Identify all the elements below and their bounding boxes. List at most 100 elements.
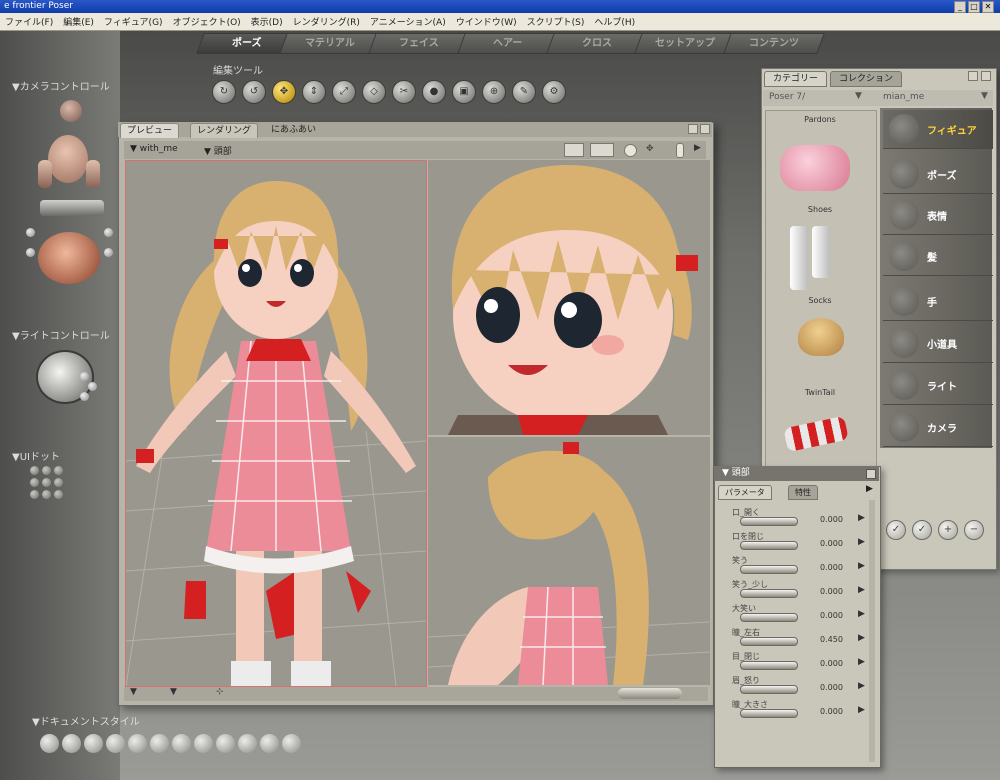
shadow-toggle-icon[interactable]: ▼ xyxy=(170,687,177,697)
light-dot-icon[interactable] xyxy=(88,382,97,391)
room-tab-cloth[interactable]: クロス xyxy=(546,33,648,54)
camera-dot-icon[interactable] xyxy=(26,228,35,237)
translate-z-tool-icon[interactable]: ⇕ xyxy=(302,80,326,104)
twist-tool-icon[interactable]: ↺ xyxy=(242,80,266,104)
taper-tool-icon[interactable]: ◇ xyxy=(362,80,386,104)
parameter-row[interactable]: 瞳_左右 0.450 ▶ xyxy=(720,627,868,651)
parameters-close-icon[interactable] xyxy=(866,469,876,479)
parameter-dial[interactable] xyxy=(740,541,798,550)
library-close-icon[interactable] xyxy=(981,71,991,81)
room-tab-face[interactable]: フェイス xyxy=(368,33,470,54)
menu-display[interactable]: 表示(D) xyxy=(246,15,288,28)
camera-trackball-icon[interactable] xyxy=(38,232,100,284)
document-style-button[interactable] xyxy=(128,734,147,753)
color-tool-icon[interactable]: ● xyxy=(422,80,446,104)
document-style-button[interactable] xyxy=(194,734,213,753)
category-hand[interactable]: 手 xyxy=(883,282,993,321)
translate-tool-icon[interactable]: ✥ xyxy=(272,80,296,104)
document-style-button[interactable] xyxy=(106,734,125,753)
menu-script[interactable]: スクリプト(S) xyxy=(522,15,590,28)
camera-dot-icon[interactable] xyxy=(104,248,113,257)
category-light[interactable]: ライト xyxy=(883,366,993,405)
library-left-select-arrow-icon[interactable]: ▼ xyxy=(855,91,862,101)
twintail-thumbnail[interactable] xyxy=(798,318,844,356)
parameters-scrollbar[interactable] xyxy=(869,500,875,762)
menu-edit[interactable]: 編集(E) xyxy=(58,15,99,28)
memory-dot[interactable] xyxy=(30,466,39,475)
menu-render[interactable]: レンダリング(R) xyxy=(288,15,365,28)
tab-parameters[interactable]: パラメータ xyxy=(718,485,772,500)
light-dot-icon[interactable] xyxy=(80,372,89,381)
memory-dot[interactable] xyxy=(42,478,51,487)
actor-select-menu[interactable]: ▼ 頭部 xyxy=(204,144,232,157)
direct-manipulation-tool-icon[interactable]: ⚙ xyxy=(542,80,566,104)
document-style-button[interactable] xyxy=(62,734,81,753)
layout-single-icon[interactable] xyxy=(564,143,584,157)
memory-dot[interactable] xyxy=(42,490,51,499)
parameter-row[interactable]: 眉_怒り 0.000 ▶ xyxy=(720,675,868,699)
face-camera-icon[interactable] xyxy=(60,100,82,122)
room-tab-content[interactable]: コンテンツ xyxy=(723,33,825,54)
category-camera[interactable]: カメラ xyxy=(883,408,993,447)
main-viewport[interactable] xyxy=(125,160,427,687)
document-style-button[interactable] xyxy=(150,734,169,753)
memory-dot[interactable] xyxy=(54,466,63,475)
document-style-button[interactable] xyxy=(172,734,191,753)
parameter-row[interactable]: 目_閉じ 0.000 ▶ xyxy=(720,651,868,675)
apply-add-library-item-icon[interactable]: ✓ xyxy=(912,520,932,540)
category-figure[interactable]: フィギュア xyxy=(883,110,993,149)
memory-dot[interactable] xyxy=(42,466,51,475)
room-tab-hair[interactable]: ヘアー xyxy=(457,33,559,54)
morph-tool-icon[interactable]: ✎ xyxy=(512,80,536,104)
close-button[interactable]: ✕ xyxy=(982,1,994,13)
memory-dot[interactable] xyxy=(54,478,63,487)
memory-dot[interactable] xyxy=(30,478,39,487)
zoom-slider-icon[interactable] xyxy=(676,143,684,158)
maximize-button[interactable]: □ xyxy=(968,1,980,13)
document-style-button[interactable] xyxy=(282,734,301,753)
scale-tool-icon[interactable]: ⤢ xyxy=(332,80,356,104)
face-camera-viewport[interactable] xyxy=(428,160,710,435)
parameter-dial[interactable] xyxy=(740,517,798,526)
parameters-menu-arrow-icon[interactable]: ▶ xyxy=(866,484,873,494)
parameter-dial[interactable] xyxy=(740,613,798,622)
socks-thumbnail[interactable] xyxy=(812,226,830,278)
document-style-button[interactable] xyxy=(40,734,59,753)
tab-collection[interactable]: コレクション xyxy=(830,71,903,87)
parameter-row[interactable]: 大笑い 0.000 ▶ xyxy=(720,603,868,627)
document-style-button[interactable] xyxy=(260,734,279,753)
memory-dot[interactable] xyxy=(30,490,39,499)
right-hand-camera-icon[interactable] xyxy=(86,160,100,188)
camera-move-cross-icon[interactable] xyxy=(40,200,104,216)
parameter-dial[interactable] xyxy=(740,661,798,670)
parameter-row[interactable]: 口_開く 0.000 ▶ xyxy=(720,507,868,531)
room-tab-setup[interactable]: セットアップ xyxy=(634,33,736,54)
light-dot-icon[interactable] xyxy=(80,392,89,401)
menu-help[interactable]: ヘルプ(H) xyxy=(589,15,640,28)
document-style-button[interactable] xyxy=(84,734,103,753)
tab-properties[interactable]: 特性 xyxy=(788,485,818,500)
library-left-select[interactable]: Poser 7/ xyxy=(769,92,805,102)
menu-figure[interactable]: フィギュア(G) xyxy=(99,15,168,28)
parameter-row[interactable]: 笑う 0.000 ▶ xyxy=(720,555,868,579)
memory-dot[interactable] xyxy=(54,490,63,499)
parameter-row[interactable]: 口を閉じ 0.000 ▶ xyxy=(720,531,868,555)
tracking-mode-icon[interactable]: ⊹ xyxy=(216,687,224,697)
back-camera-viewport[interactable] xyxy=(428,437,710,685)
preview-window-min-icon[interactable] xyxy=(688,124,698,134)
rotate-tool-icon[interactable]: ↻ xyxy=(212,80,236,104)
parameter-row[interactable]: 瞳_大きさ 0.000 ▶ xyxy=(720,699,868,723)
category-hair[interactable]: 髪 xyxy=(883,237,993,276)
library-right-select-arrow-icon[interactable]: ▼ xyxy=(981,91,988,101)
document-style-button[interactable] xyxy=(216,734,235,753)
socks-thumbnail[interactable] xyxy=(790,226,808,290)
move-view-icon[interactable]: ✥ xyxy=(646,144,654,154)
parameter-dial[interactable] xyxy=(740,709,798,718)
add-to-library-icon[interactable]: + xyxy=(938,520,958,540)
main-camera-head-icon[interactable] xyxy=(48,135,88,183)
category-props[interactable]: 小道具 xyxy=(883,324,993,363)
minimize-button[interactable]: _ xyxy=(954,1,966,13)
menu-file[interactable]: ファイル(F) xyxy=(0,15,58,28)
document-style-button[interactable] xyxy=(238,734,257,753)
preview-options-arrow-icon[interactable]: ▶ xyxy=(694,143,701,153)
